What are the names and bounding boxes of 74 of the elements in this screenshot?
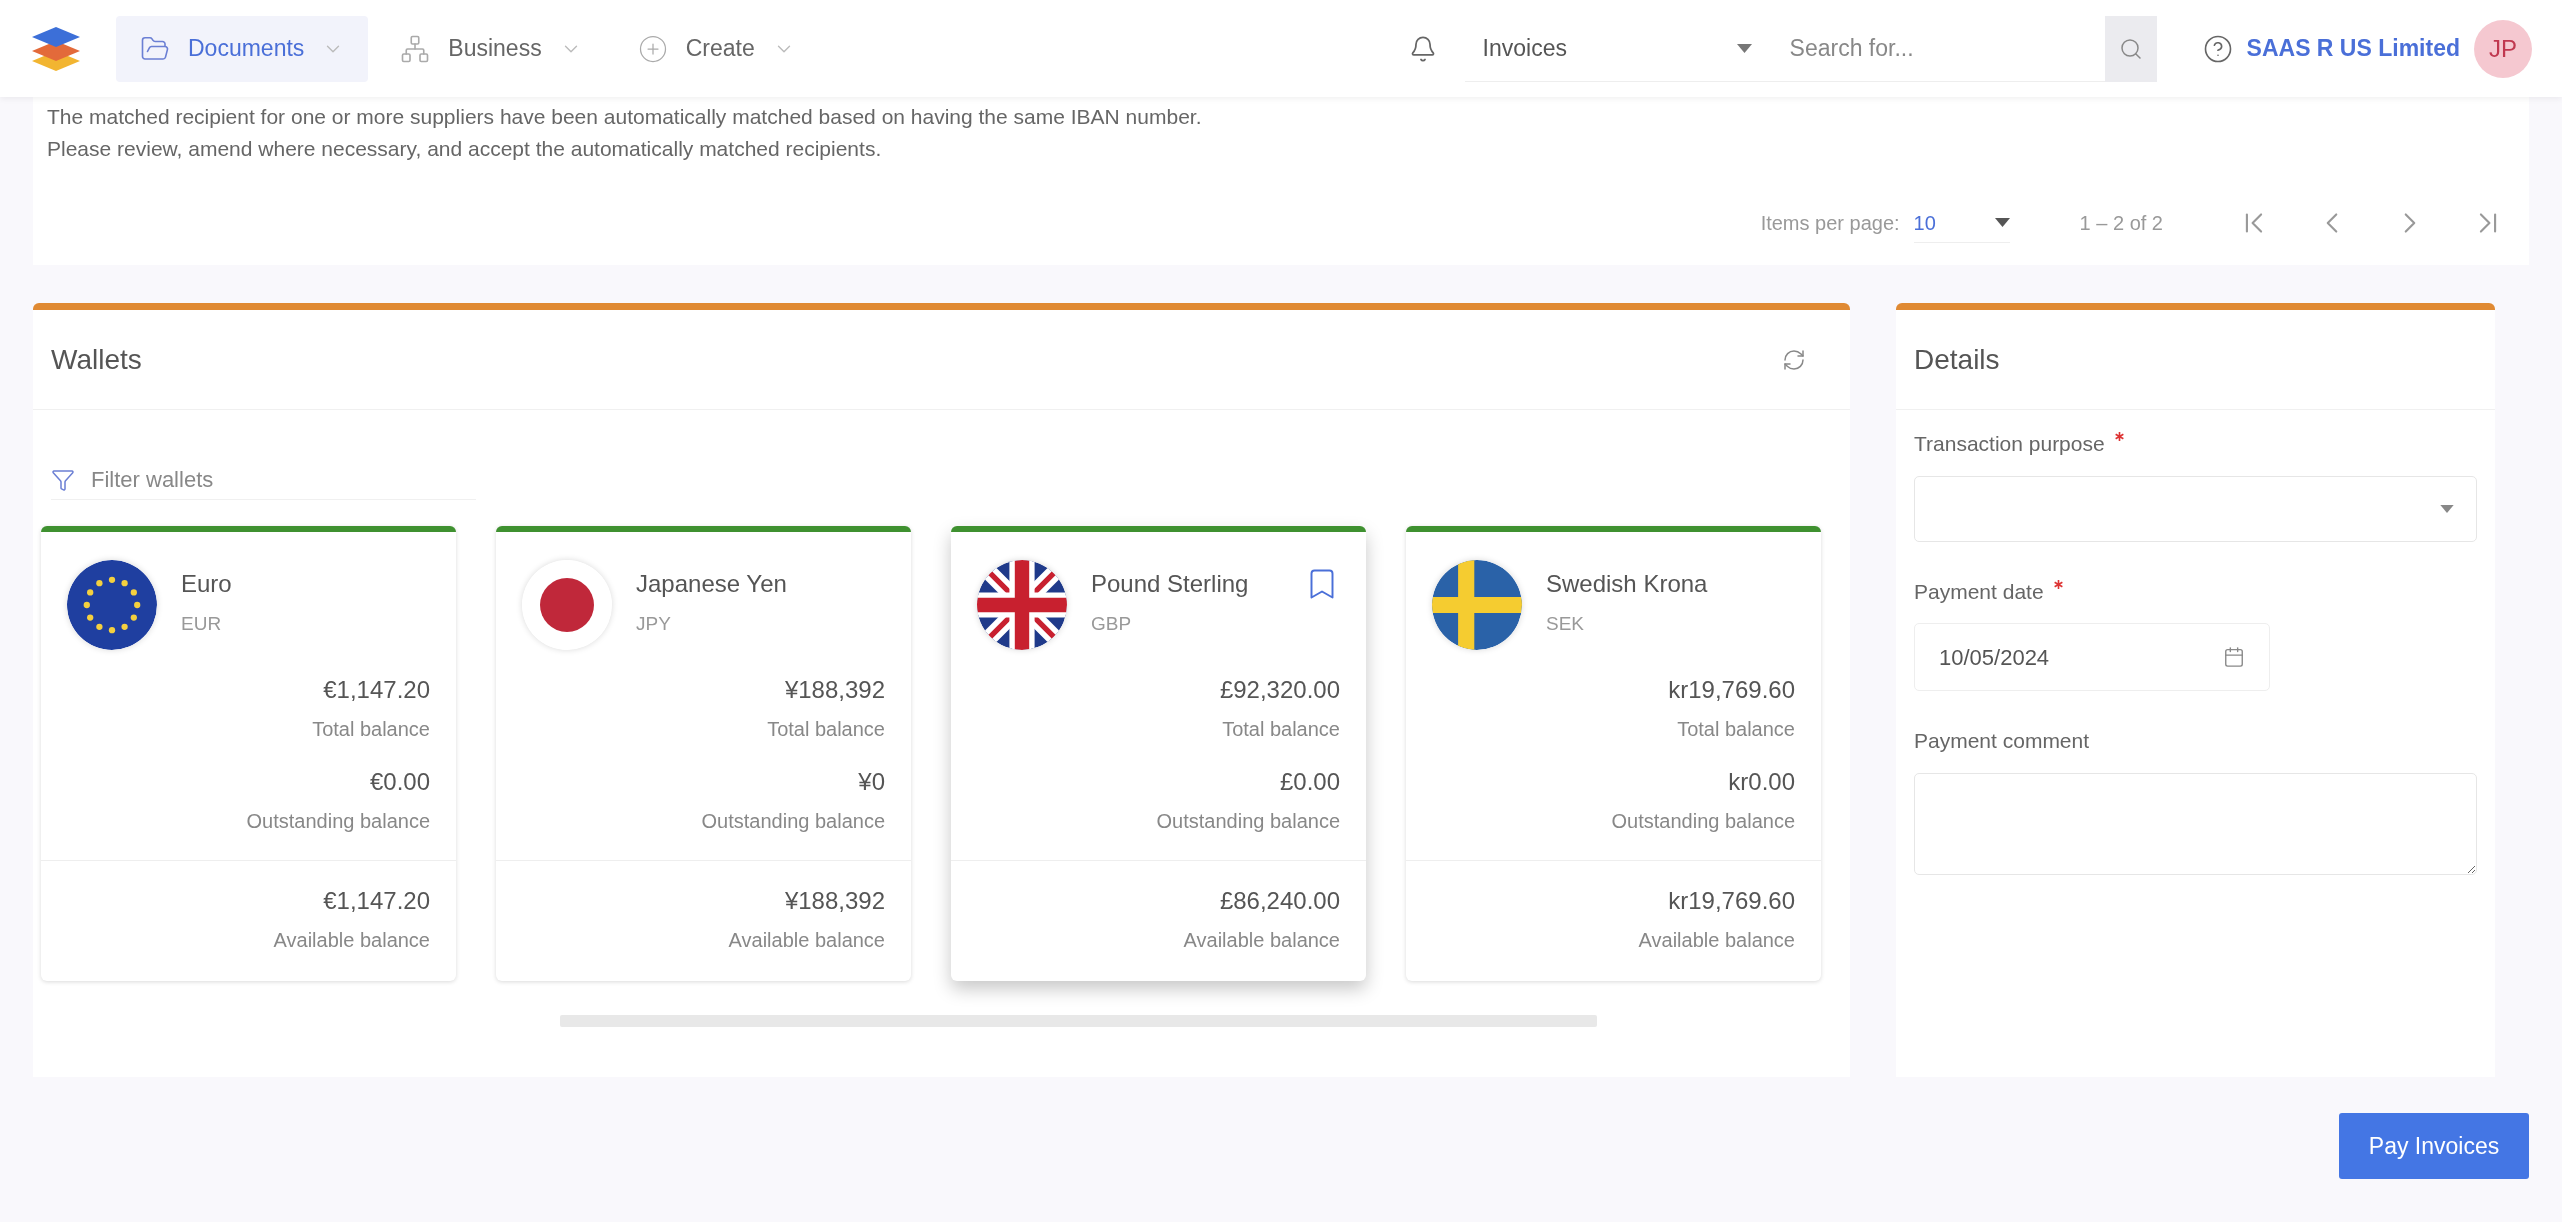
balance-label: Available balance — [1183, 928, 1340, 953]
calendar-icon[interactable] — [2223, 646, 2245, 668]
balance-amount: ¥188,392 — [784, 886, 885, 916]
flag-icon — [977, 560, 1067, 650]
balance-label: Total balance — [312, 717, 430, 742]
panel-title: Wallets — [51, 342, 142, 377]
search-field[interactable]: Search for... — [1769, 15, 2105, 82]
balance-label: Available balance — [728, 928, 885, 953]
search-button[interactable] — [2104, 15, 2157, 82]
items-per-page-label: Items per page: — [1760, 211, 1900, 236]
pay-invoices-button[interactable]: Pay Invoices — [2339, 1113, 2529, 1179]
balance-label: Outstanding balance — [1611, 809, 1795, 834]
date-field[interactable]: 10/05/2024 — [1914, 623, 2270, 691]
balance-amount: kr0.00 — [1728, 767, 1795, 797]
filter-field[interactable]: Filter wallets — [91, 463, 476, 496]
balance-amount: ¥188,392 — [784, 675, 885, 705]
comment-field[interactable] — [1914, 772, 2477, 875]
field-label: Payment date — [1914, 578, 2044, 605]
filter-icon — [51, 467, 75, 492]
nav-menu-item[interactable]: Create — [613, 15, 819, 82]
notice-text: Please review, amend where necessary, and accept the automatically matched recipients. — [47, 136, 883, 162]
wallet-card[interactable]: Pound Sterling GBP £92,320.00 Total balance £0.00 Outstanding balance £86,240.00 Available balance — [951, 526, 1366, 981]
balance-amount: €1,147.20 — [323, 886, 430, 916]
layers-logo[interactable] — [30, 24, 82, 73]
balance-label: Total balance — [767, 717, 885, 742]
required-asterisk-icon — [2114, 432, 2124, 441]
balance-amount: €0.00 — [369, 767, 430, 797]
field-label: Transaction purpose — [1914, 431, 2105, 457]
currency-code: SEK — [1546, 612, 1586, 636]
search-icon — [2118, 36, 2143, 61]
balance-label: Outstanding balance — [246, 809, 430, 834]
nav-menu-item[interactable]: Documents — [116, 15, 369, 82]
company-link[interactable]: SAAS R US Limited — [2246, 31, 2460, 66]
dropdown-caret-icon — [2440, 504, 2454, 513]
required-asterisk-icon — [2053, 579, 2063, 589]
refresh-icon[interactable] — [1782, 347, 1806, 372]
balance-amount: £86,240.00 — [1219, 886, 1340, 916]
balance-amount: £92,320.00 — [1219, 675, 1340, 705]
currency-code: JPY — [636, 612, 672, 636]
panel-title: Details — [1914, 342, 2000, 377]
items-per-page-select[interactable]: 10 — [1913, 203, 2010, 243]
balance-label: Outstanding balance — [701, 809, 885, 834]
currency-name: Euro — [181, 569, 233, 599]
plus-circle-icon — [637, 33, 668, 64]
balance-label: Total balance — [1222, 717, 1340, 742]
wallet-card[interactable]: Euro EUR €1,147.20 Total balance €0.00 Outstanding balance €1,147.20 Available balance — [41, 526, 456, 981]
balance-amount: €1,147.20 — [323, 675, 430, 705]
balance-label: Available balance — [1638, 928, 1795, 953]
currency-name: Japanese Yen — [636, 569, 788, 599]
currency-name: Swedish Krona — [1546, 569, 1709, 599]
currency-name: Pound Sterling — [1091, 569, 1250, 599]
balance-label: Total balance — [1677, 717, 1795, 742]
dropdown-caret-icon — [1736, 43, 1752, 53]
network-icon — [400, 33, 431, 64]
balance-amount: kr19,769.60 — [1668, 675, 1795, 705]
wallet-card[interactable]: Swedish Krona SEK kr19,769.60 Total balance kr0.00 Outstanding balance kr19,769.60 Available balance — [1406, 526, 1821, 981]
flag-icon — [67, 560, 157, 650]
dropdown-caret-icon — [1994, 218, 2010, 227]
currency-code: GBP — [1091, 612, 1133, 636]
flag-icon — [1432, 560, 1522, 650]
notice-text: The matched recipient for one or more suppliers have been automatically matched based on having the same IBAN number. — [47, 104, 1203, 130]
balance-amount: kr19,769.60 — [1668, 886, 1795, 916]
balance-label: Available balance — [273, 928, 430, 953]
nav-menu-item[interactable]: Business — [376, 15, 606, 82]
currency-code: EUR — [181, 612, 223, 636]
help-icon[interactable] — [2202, 33, 2233, 64]
balance-amount: £0.00 — [1279, 767, 1340, 797]
flag-icon — [522, 560, 612, 650]
balance-amount: ¥0 — [858, 767, 885, 797]
page-range: 1 – 2 of 2 — [2079, 211, 2163, 236]
balance-label: Outstanding balance — [1156, 809, 1340, 834]
field-label: Payment comment — [1914, 728, 2090, 754]
user-avatar[interactable]: JP — [2474, 19, 2532, 78]
wallet-card[interactable]: Japanese Yen JPY ¥188,392 Total balance ¥0 Outstanding balance ¥188,392 Available balance — [496, 526, 911, 981]
